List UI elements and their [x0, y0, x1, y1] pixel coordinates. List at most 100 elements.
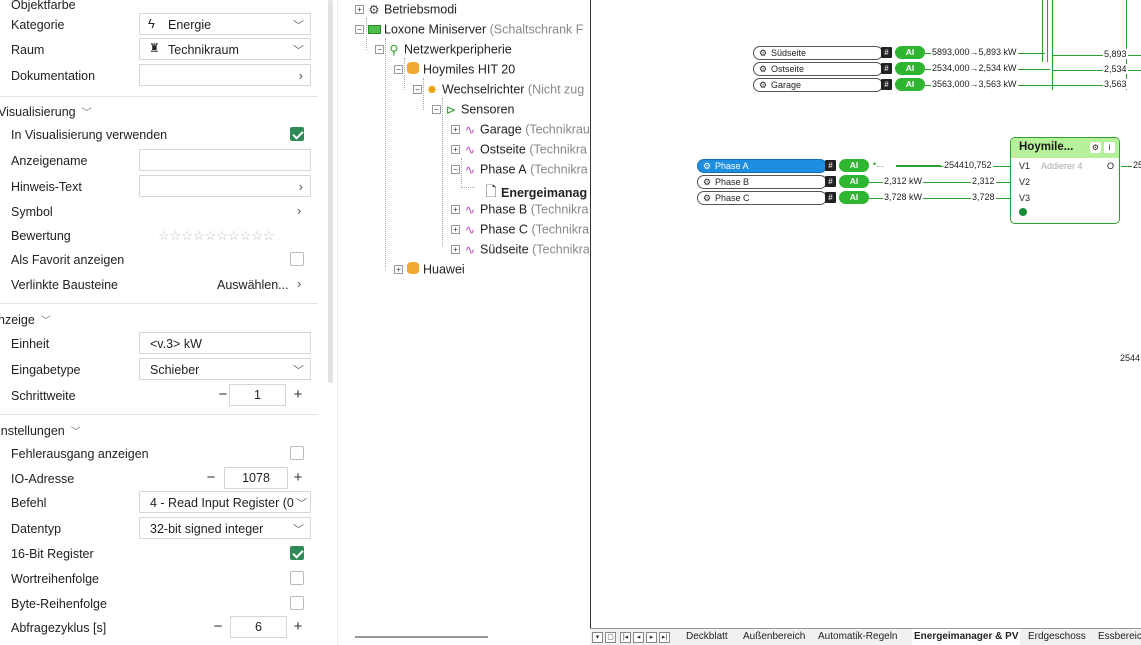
tab-aussenbereich[interactable]: Außenbereich	[741, 629, 807, 645]
wire-value: 3,728 kW	[883, 192, 924, 202]
step-value[interactable]: 1	[229, 384, 286, 406]
linked-blocks-select[interactable]: Auswählen...	[217, 278, 289, 292]
input-type-select[interactable]: Schieber ﹀	[139, 358, 311, 380]
register16-label: 16-Bit Register	[11, 547, 94, 561]
tree-node-suedseite[interactable]: + ∿ Südseite (Technikra	[451, 242, 589, 262]
tree-node-energeimanager[interactable]: 🗋 Energeimanag	[484, 181, 587, 201]
tree-node-garage[interactable]: + ∿ Garage (Technikrau	[451, 122, 589, 142]
expand-icon[interactable]: +	[451, 225, 460, 235]
expand-icon[interactable]: +	[355, 5, 364, 15]
collapse-icon[interactable]: −	[375, 45, 384, 55]
collapse-icon[interactable]: −	[355, 25, 364, 35]
logic-canvas[interactable]: ⚙ Südseite # AI 5893,000→5,893 kW 5,893 ⚙…	[590, 0, 1141, 628]
tab-menu-button[interactable]: ▾	[592, 632, 603, 643]
tree-node-phase-a[interactable]: − ∿ Phase A (Technikra	[451, 162, 588, 182]
expand-icon[interactable]: +	[394, 265, 403, 275]
decrement-button[interactable]: −	[204, 469, 218, 486]
tree-node-hoymiles[interactable]: − Hoymiles HIT 20	[394, 62, 515, 82]
tree-node-miniserver[interactable]: − Loxone Miniserver (Schaltschrank F	[355, 22, 583, 42]
show-error-output-checkbox[interactable]	[290, 446, 304, 460]
expand-icon[interactable]: +	[451, 245, 460, 255]
decrement-button[interactable]: −	[216, 386, 230, 403]
expand-icon[interactable]: +	[451, 125, 460, 135]
rating-stars[interactable]: ☆☆☆☆☆☆☆☆☆☆	[158, 228, 275, 244]
expand-icon[interactable]: +	[451, 205, 460, 215]
favorite-checkbox[interactable]	[290, 252, 304, 266]
decrement-button[interactable]: −	[211, 618, 225, 635]
chevron-down-icon: ﹀	[293, 20, 304, 32]
display-name-input[interactable]	[139, 149, 311, 171]
tab-erdgeschoss[interactable]: Erdgeschoss	[1026, 629, 1088, 645]
last-tab-button[interactable]: ▸|	[659, 632, 670, 643]
wire	[1047, 0, 1048, 62]
rating-label: Bewertung	[11, 229, 71, 243]
collapse-icon[interactable]: −	[451, 165, 460, 175]
tree-node-ostseite[interactable]: + ∿ Ostseite (Technikra	[451, 142, 587, 162]
tab-deckblatt[interactable]: Deckblatt	[684, 629, 730, 645]
input-type-row: Eingabetype Schieber ﹀	[0, 358, 318, 382]
tree-node-phase-c[interactable]: + ∿ Phase C (Technikra	[451, 222, 589, 242]
input-port-v3[interactable]: V3	[1019, 193, 1030, 203]
tab-overview-button[interactable]: ▢	[605, 632, 616, 643]
tab-energeimanager-pv[interactable]: Energeimanager & PV	[912, 629, 1021, 645]
tree-connector	[385, 38, 386, 270]
adder-block[interactable]: Hoymile... ⚙ i V1 Addierer 4 O V2 V3	[1010, 137, 1120, 224]
input-block-suedseite[interactable]: ⚙ Südseite	[753, 46, 883, 60]
increment-button[interactable]: +	[291, 469, 305, 486]
symbol-row[interactable]: Symbol ›	[0, 200, 318, 224]
unit-input[interactable]: <v.3> kW	[139, 332, 311, 354]
increment-button[interactable]: +	[291, 618, 305, 635]
tree-node-netzwerkperipherie[interactable]: − ⚲ Netzwerkperipherie	[375, 42, 512, 62]
properties-scrollbar[interactable]	[328, 0, 333, 383]
expand-icon[interactable]: +	[451, 145, 460, 155]
tab-essbereich[interactable]: Essbereic	[1096, 629, 1141, 645]
tree-node-sensoren[interactable]: − ⊳ Sensoren	[432, 102, 515, 122]
info-icon[interactable]: i	[1104, 142, 1115, 153]
linked-blocks-row[interactable]: Verlinkte Bausteine Auswählen... ›	[0, 273, 318, 297]
room-row: Raum ♜ Technikraum ﹀	[0, 38, 318, 62]
prev-tab-button[interactable]: ◂	[633, 632, 644, 643]
poll-cycle-value[interactable]: 6	[230, 616, 287, 638]
display-section-header[interactable]: nzeige ﹀	[0, 312, 51, 327]
next-tab-button[interactable]: ▸	[646, 632, 657, 643]
datatype-label: Datentyp	[11, 522, 62, 536]
visualization-section-header[interactable]: Visualisierung ﹀	[0, 104, 92, 119]
color-swatches[interactable]	[170, 0, 290, 1]
wire-dots: •...	[872, 159, 885, 169]
gear-icon[interactable]: ⚙	[1090, 142, 1101, 153]
increment-button[interactable]: +	[291, 386, 305, 403]
datatype-select[interactable]: 32-bit signed integer ﹀	[139, 517, 311, 539]
register16-checkbox[interactable]	[290, 546, 304, 560]
hint-text-field[interactable]: ›	[139, 175, 311, 197]
input-block-phase-b[interactable]: ⚙ Phase B	[697, 175, 827, 189]
room-select[interactable]: ♜ Technikraum ﹀	[139, 38, 311, 60]
input-block-phase-a[interactable]: ⚙ Phase A	[697, 159, 827, 173]
input-port-v2[interactable]: V2	[1019, 177, 1030, 187]
add-input-icon[interactable]	[1019, 208, 1027, 216]
hash-icon: #	[881, 47, 892, 58]
command-select[interactable]: 4 - Read Input Register (0 ﹀	[139, 491, 311, 513]
input-block-phase-c[interactable]: ⚙ Phase C	[697, 191, 827, 205]
byte-order-checkbox[interactable]	[290, 596, 304, 610]
tree-node-wechselrichter[interactable]: − ✸ Wechselrichter (Nicht zug	[413, 82, 584, 102]
tab-automatik-regeln[interactable]: Automatik-Regeln	[816, 629, 899, 645]
input-block-ostseite[interactable]: ⚙ Ostseite	[753, 62, 883, 76]
tree-horizontal-scrollbar[interactable]	[355, 636, 488, 638]
hash-icon: #	[825, 160, 836, 171]
input-block-garage[interactable]: ⚙ Garage	[753, 78, 883, 92]
tree-node-betriebsmodi[interactable]: + ⚙ Betriebsmodi	[355, 2, 457, 22]
output-port-o[interactable]: O	[1107, 161, 1114, 171]
documentation-field[interactable]: ›	[139, 64, 311, 86]
io-address-value[interactable]: 1078	[224, 467, 288, 489]
settings-section-header[interactable]: instellungen ﹀	[0, 423, 81, 438]
tree-node-huawei[interactable]: + Huawei	[394, 262, 465, 282]
collapse-icon[interactable]: −	[413, 85, 422, 95]
word-order-checkbox[interactable]	[290, 571, 304, 585]
first-tab-button[interactable]: |◂	[620, 632, 631, 643]
input-port-v1[interactable]: V1	[1019, 161, 1030, 171]
category-select[interactable]: ϟ Energie ﹀	[139, 13, 311, 35]
collapse-icon[interactable]: −	[394, 65, 403, 75]
tree-node-phase-b[interactable]: + ∿ Phase B (Technikra	[451, 202, 588, 222]
collapse-icon[interactable]: −	[432, 105, 441, 115]
use-in-visualization-checkbox[interactable]	[290, 127, 304, 141]
